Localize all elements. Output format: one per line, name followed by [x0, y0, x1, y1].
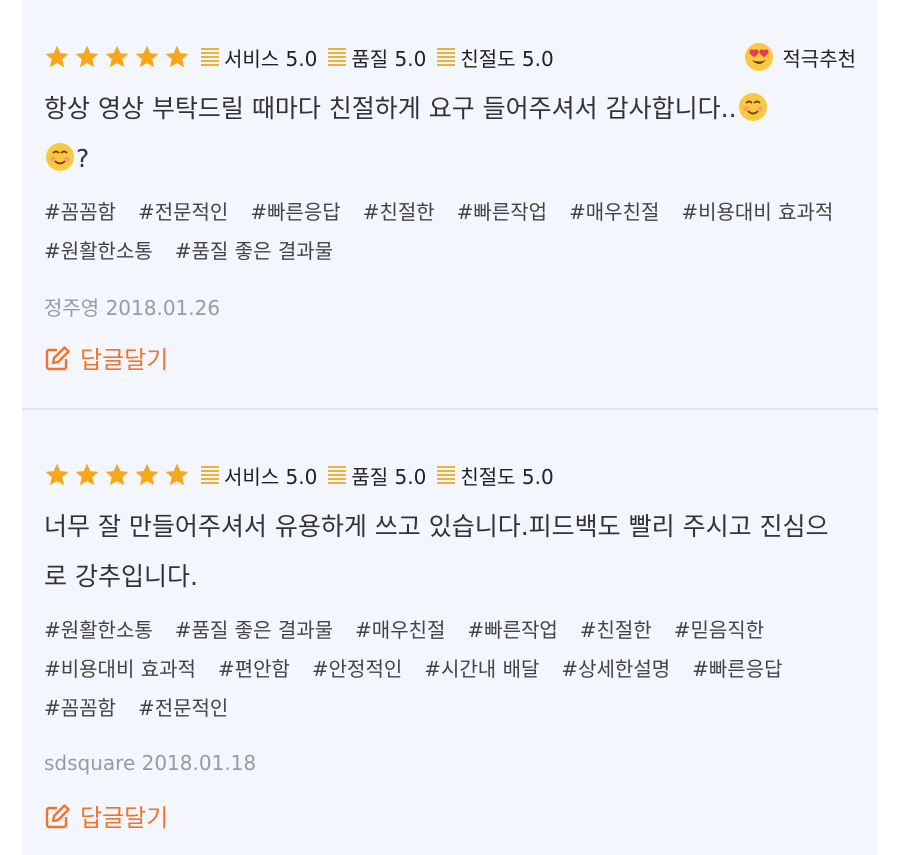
star-icon [75, 45, 99, 68]
smiling-face-icon [738, 93, 767, 121]
reply-button[interactable]: 답글달기 [44, 798, 168, 833]
score-label: 품질 5.0 [351, 464, 427, 489]
tag[interactable]: #빠른응답 [250, 193, 340, 232]
author-name: 정주영 [44, 296, 100, 320]
star-icon [135, 45, 159, 68]
star-rating [44, 462, 190, 488]
tag-list: #원활한소통 #품질 좋은 결과물 #매우친절 #빠른작업 #친절한 #믿음직한… [44, 611, 854, 728]
score-bars-icon [437, 466, 456, 484]
score-label: 친절도 5.0 [460, 46, 554, 71]
score-bars-icon [328, 466, 347, 484]
star-icon [105, 463, 129, 486]
score-bars-icon [201, 48, 219, 66]
tag[interactable]: #빠른작업 [457, 193, 547, 232]
star-icon [165, 463, 189, 486]
tag[interactable]: #품질 좋은 결과물 [175, 232, 333, 271]
tag[interactable]: #꼼꼼함 [44, 689, 116, 728]
score-quality: 품질 5.0 [327, 461, 426, 490]
tag[interactable]: #상세한설명 [561, 650, 670, 689]
score-kindness: 친절도 5.0 [436, 461, 554, 490]
tag[interactable]: #원활한소통 [44, 232, 153, 271]
tag[interactable]: #원활한소통 [44, 611, 153, 650]
smiling-face-icon [46, 143, 74, 171]
tag[interactable]: #꼼꼼함 [44, 193, 116, 232]
tag[interactable]: #친절한 [363, 193, 435, 232]
tag[interactable]: #매우친절 [355, 611, 445, 650]
score-bars-icon [328, 48, 347, 66]
tag[interactable]: #친절한 [580, 611, 652, 650]
tag[interactable]: #안정적인 [312, 650, 402, 689]
tag[interactable]: #전문적인 [138, 193, 228, 232]
star-icon [165, 45, 189, 68]
score-kindness: 친절도 5.0 [436, 43, 554, 72]
score-bars-icon [437, 48, 456, 66]
reply-button[interactable]: 답글달기 [44, 340, 168, 375]
star-rating [44, 44, 190, 70]
tag[interactable]: #매우친절 [569, 193, 659, 232]
review-text: 너무 잘 만들어주셔서 유용하게 쓰고 있습니다.피드백도 빨리 주시고 진심으… [44, 512, 829, 591]
reply-label: 답글달기 [80, 804, 169, 832]
reply-label: 답글달기 [80, 346, 169, 374]
tag[interactable]: #전문적인 [138, 689, 228, 728]
score-label: 친절도 5.0 [460, 464, 554, 489]
author-name: sdsquare [44, 751, 136, 775]
star-icon [45, 45, 69, 68]
star-icon [45, 463, 69, 486]
rating-row: 서비스 5.0 품질 5.0 친절도 5.0 [44, 458, 856, 492]
tag[interactable]: #빠른작업 [467, 611, 557, 650]
badge-label: 적극추천 [782, 46, 856, 71]
score-quality: 품질 5.0 [327, 43, 426, 72]
tag[interactable]: #믿음직한 [674, 611, 764, 650]
score-service: 서비스 5.0 [200, 461, 317, 490]
review-date: 2018.01.18 [141, 751, 257, 775]
star-icon [105, 45, 129, 68]
score-bars-icon [201, 466, 219, 484]
star-icon [75, 463, 99, 486]
review-date: 2018.01.26 [105, 296, 221, 320]
review-meta: sdsquare 2018.01.18 [44, 751, 256, 775]
score-label: 품질 5.0 [351, 46, 427, 71]
review-text: 항상 영상 부탁드릴 때마다 친절하게 요구 들어주셔서 감사합니다..? [44, 84, 834, 184]
edit-icon [45, 345, 70, 370]
tag[interactable]: #편안함 [218, 650, 290, 689]
review-meta: 정주영 2018.01.26 [44, 292, 220, 321]
heart-eyes-emoji-icon [745, 43, 774, 71]
score-service: 서비스 5.0 [200, 43, 317, 72]
tag[interactable]: #품질 좋은 결과물 [175, 611, 333, 650]
recommend-badge: 적극추천 [744, 42, 856, 72]
rating-row: 서비스 5.0 품질 5.0 친절도 5.0 적극추천 [44, 40, 856, 74]
tag[interactable]: #비용대비 효과적 [681, 193, 833, 232]
review-divider [22, 408, 878, 410]
tag[interactable]: #시간내 배달 [424, 650, 539, 689]
edit-icon [45, 803, 70, 828]
score-label: 서비스 5.0 [224, 46, 318, 71]
tag-list: #꼼꼼함 #전문적인 #빠른응답 #친절한 #빠른작업 #매우친절 #비용대비 … [44, 193, 844, 271]
tag[interactable]: #비용대비 효과적 [44, 650, 196, 689]
score-label: 서비스 5.0 [224, 464, 318, 489]
star-icon [135, 463, 159, 486]
tag[interactable]: #빠른응답 [692, 650, 782, 689]
